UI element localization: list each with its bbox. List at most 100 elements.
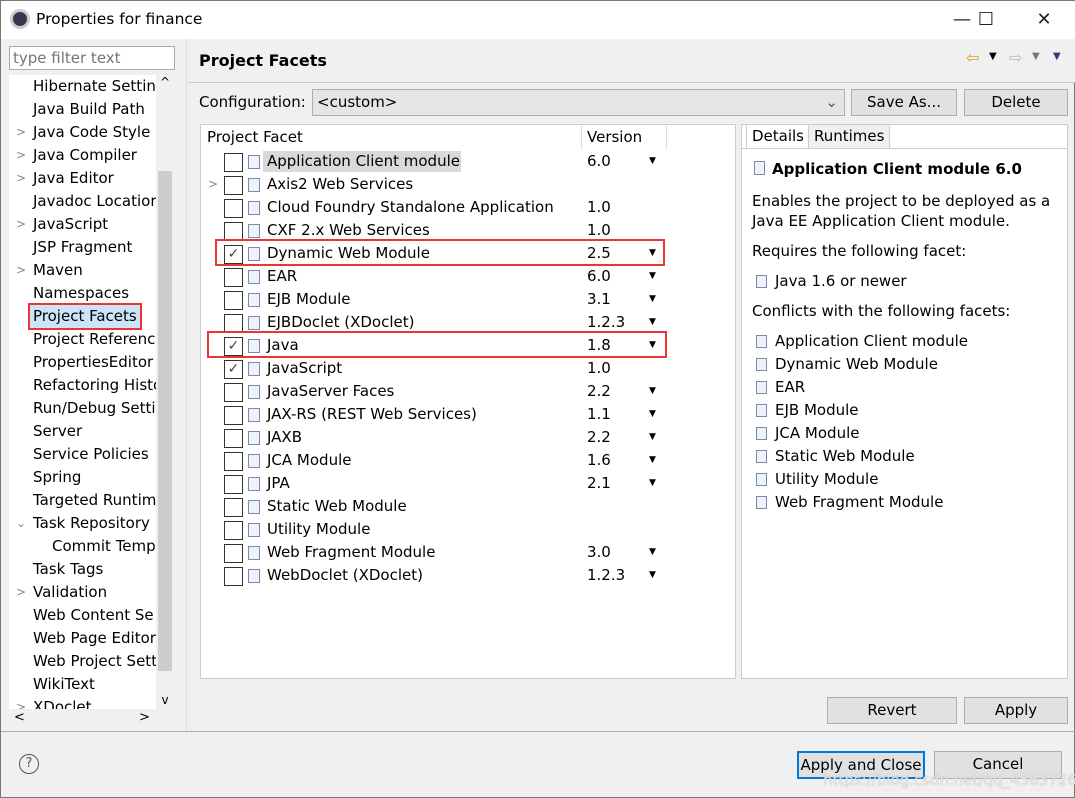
table-row[interactable]: JAXB 2.2 ▼ [201, 426, 735, 449]
revert-button[interactable]: Revert [827, 697, 957, 724]
facet-checkbox[interactable] [224, 176, 243, 195]
chevron-right-icon[interactable]: > [16, 167, 26, 190]
facet-version[interactable]: 1.1 [587, 403, 611, 426]
table-row[interactable]: JCA Module 1.6 ▼ [201, 449, 735, 472]
table-row[interactable]: Web Fragment Module 3.0 ▼ [201, 541, 735, 564]
table-row[interactable]: Cloud Foundry Standalone Application 1.0 [201, 196, 735, 219]
sidebar-item-label: Java Code Style [33, 123, 151, 141]
view-menu-icon[interactable]: ▼ [1053, 51, 1061, 62]
back-menu-icon[interactable]: ▼ [989, 51, 997, 62]
sidebar-item-label: Web Content Se [33, 606, 154, 624]
dropdown-arrow-icon[interactable]: ▼ [649, 426, 656, 449]
facet-checkbox[interactable] [224, 567, 243, 586]
facet-name: EJB Module [267, 290, 351, 308]
column-project-facet[interactable]: Project Facet [207, 126, 303, 149]
facet-version: 1.0 [587, 198, 611, 216]
scroll-up-icon[interactable]: ^ [156, 75, 174, 89]
delete-button[interactable]: Delete [964, 89, 1068, 116]
facet-version[interactable]: 2.2 [587, 426, 611, 449]
dropdown-arrow-icon[interactable]: ▼ [649, 541, 656, 564]
facet-checkbox[interactable] [224, 199, 243, 218]
chevron-right-icon[interactable]: > [16, 696, 26, 709]
configuration-select[interactable]: <custom> ⌄ [312, 89, 845, 116]
splitter[interactable] [186, 39, 187, 731]
facet-name: Web Fragment Module [267, 543, 436, 561]
chevron-down-icon[interactable]: ⌄ [16, 512, 26, 535]
table-row[interactable]: JPA 2.1 ▼ [201, 472, 735, 495]
facet-version[interactable]: 2.1 [587, 472, 611, 495]
chevron-right-icon[interactable]: > [16, 581, 26, 604]
table-row[interactable]: Static Web Module [201, 495, 735, 518]
facet-checkbox[interactable] [224, 498, 243, 517]
scroll-down-icon[interactable]: v [156, 693, 174, 707]
table-row[interactable]: EJB Module 3.1 ▼ [201, 288, 735, 311]
facet-checkbox[interactable] [224, 521, 243, 540]
facet-version[interactable]: 6.0 [587, 265, 611, 288]
conflicting-facet-label: EJB Module [775, 401, 859, 419]
facets-table: Project Facet Version Application Client… [200, 124, 736, 679]
table-row[interactable]: Utility Module [201, 518, 735, 541]
help-icon[interactable]: ? [19, 754, 39, 774]
table-row[interactable]: JAX-RS (REST Web Services) 1.1 ▼ [201, 403, 735, 426]
dropdown-arrow-icon[interactable]: ▼ [649, 564, 656, 587]
facet-icon [248, 523, 260, 537]
dropdown-arrow-icon[interactable]: ▼ [649, 403, 656, 426]
back-arrow-icon[interactable]: ⇦ [966, 48, 979, 67]
facet-version[interactable]: 1.6 [587, 449, 611, 472]
facet-name: Cloud Foundry Standalone Application [267, 198, 554, 216]
save-as-button[interactable]: Save As... [851, 89, 957, 116]
facet-version[interactable]: 2.2 [587, 380, 611, 403]
chevron-right-icon[interactable]: > [16, 121, 26, 144]
chevron-right-icon[interactable]: > [16, 259, 26, 282]
facet-checkbox[interactable] [224, 268, 243, 287]
facet-checkbox[interactable] [224, 475, 243, 494]
scroll-left-icon[interactable]: < [14, 710, 25, 725]
facet-version[interactable]: 3.1 [587, 288, 611, 311]
dropdown-arrow-icon[interactable]: ▼ [649, 449, 656, 472]
scroll-right-icon[interactable]: > [139, 710, 150, 725]
forward-arrow-icon[interactable]: ⇨ [1009, 48, 1022, 67]
table-row[interactable]: JavaServer Faces 2.2 ▼ [201, 380, 735, 403]
facet-checkbox[interactable] [224, 153, 243, 172]
facet-version[interactable]: 1.2.3 [587, 564, 625, 587]
dropdown-arrow-icon[interactable]: ▼ [649, 150, 656, 173]
facet-checkbox[interactable] [224, 452, 243, 471]
scrollbar-thumb[interactable] [158, 171, 172, 671]
facet-version[interactable]: 3.0 [587, 541, 611, 564]
forward-menu-icon[interactable]: ▼ [1032, 51, 1040, 62]
table-row[interactable]: EAR 6.0 ▼ [201, 265, 735, 288]
dropdown-arrow-icon[interactable]: ▼ [649, 380, 656, 403]
facet-checkbox[interactable] [224, 429, 243, 448]
facet-icon [248, 408, 260, 422]
tree-horizontal-scrollbar[interactable]: < > [9, 709, 174, 729]
table-row[interactable]: Application Client module 6.0 ▼ [201, 150, 735, 173]
facet-icon [248, 385, 260, 399]
facet-checkbox[interactable] [224, 544, 243, 563]
facet-icon [248, 293, 260, 307]
chevron-right-icon[interactable]: > [208, 173, 218, 196]
facet-checkbox[interactable] [224, 383, 243, 402]
maximize-button[interactable]: ☐ [963, 5, 1009, 35]
sidebar-item-label: Refactoring Histo [33, 376, 156, 394]
facet-checkbox[interactable] [224, 291, 243, 310]
tab-runtimes[interactable]: Runtimes [808, 124, 891, 149]
column-version[interactable]: Version [587, 126, 642, 149]
chevron-right-icon[interactable]: > [16, 144, 26, 167]
page-title: Project Facets [199, 51, 327, 70]
apply-button[interactable]: Apply [964, 697, 1068, 724]
dropdown-arrow-icon[interactable]: ▼ [649, 472, 656, 495]
chevron-right-icon[interactable]: > [16, 213, 26, 236]
facet-version[interactable]: 6.0 [587, 150, 611, 173]
facet-checkbox[interactable]: ✓ [224, 360, 243, 379]
tab-details[interactable]: Details [746, 124, 811, 149]
facet-icon [248, 454, 260, 468]
table-row[interactable]: WebDoclet (XDoclet) 1.2.3 ▼ [201, 564, 735, 587]
sidebar-item-label: XDoclet [33, 698, 92, 709]
filter-input[interactable] [9, 46, 175, 70]
table-row[interactable]: > Axis2 Web Services [201, 173, 735, 196]
dropdown-arrow-icon[interactable]: ▼ [649, 265, 656, 288]
dropdown-arrow-icon[interactable]: ▼ [649, 288, 656, 311]
facet-checkbox[interactable] [224, 406, 243, 425]
close-button[interactable]: ✕ [1021, 5, 1067, 35]
table-row[interactable]: ✓ JavaScript 1.0 [201, 357, 735, 380]
